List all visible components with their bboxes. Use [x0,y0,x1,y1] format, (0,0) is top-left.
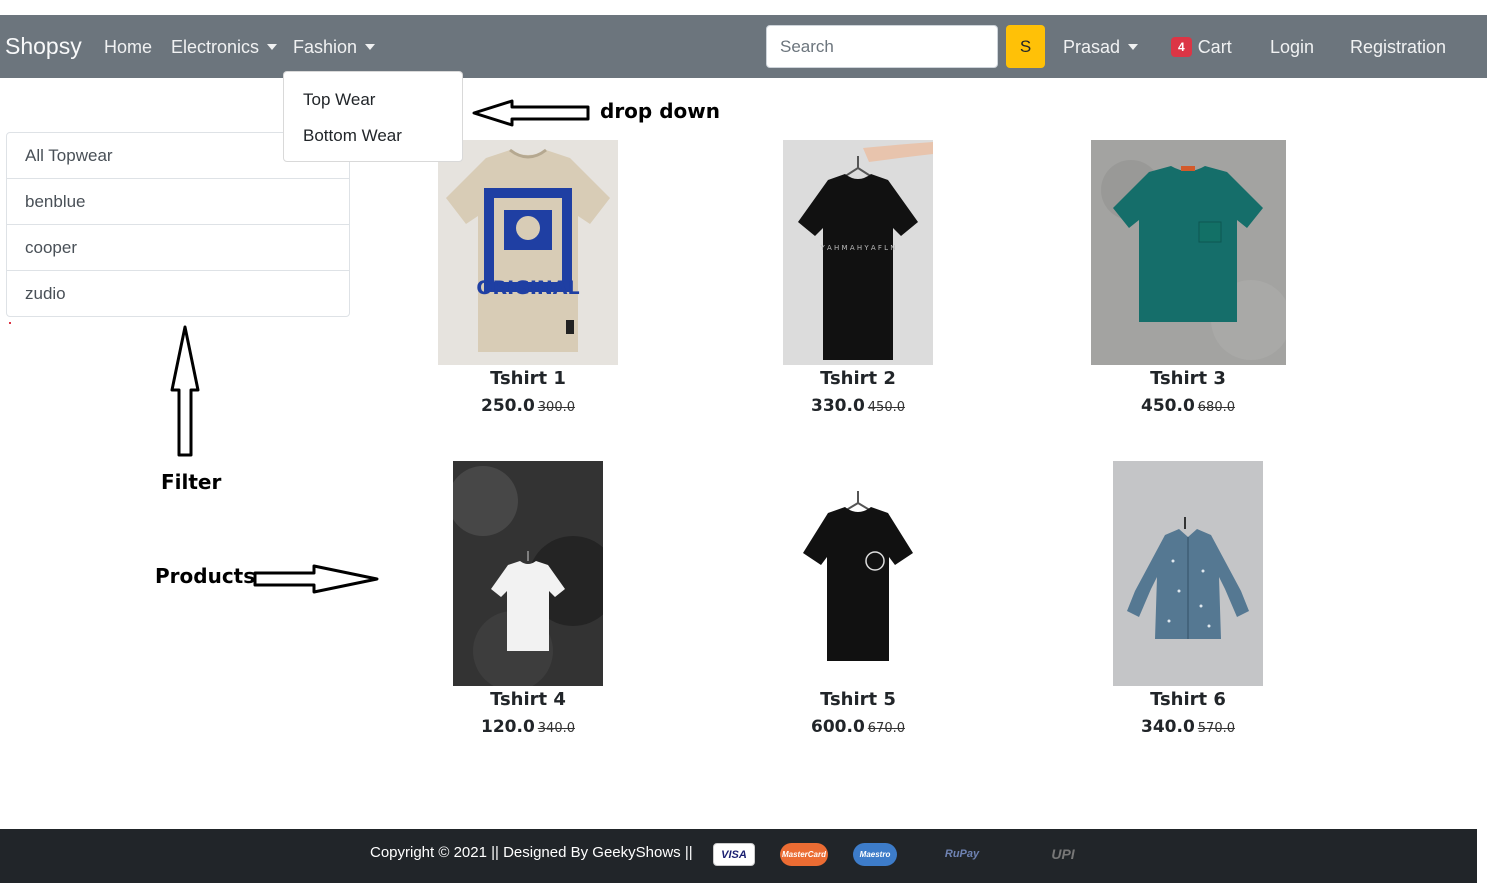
product-price-1: 250.0 300.0 [378,396,678,416]
navbar: Shopsy Home Electronics Fashion Search S… [0,15,1487,78]
product-title-3[interactable]: Tshirt 3 [1038,368,1338,389]
dropdown-item-bottom-wear[interactable]: Bottom Wear [303,126,402,146]
product-title-6[interactable]: Tshirt 6 [1038,689,1338,710]
product-price-6: 340.0 570.0 [1038,717,1338,737]
products-arrow-annotation [253,564,379,594]
nav-cart[interactable]: 4 Cart [1171,37,1232,58]
svg-text:ORIGINAL: ORIGINAL [476,277,579,299]
dropdown-annotation-label: drop down [600,99,720,123]
product-price-old: 670.0 [867,721,905,736]
dropdown-arrow-annotation [472,99,590,127]
product-image-5[interactable] [783,461,933,686]
brand-link[interactable]: Shopsy [5,33,82,60]
filter-arrow-annotation [170,325,200,457]
product-price-2: 330.0 450.0 [708,396,1008,416]
chevron-down-icon [365,44,376,50]
product-image-1[interactable]: ORIGINAL [438,140,618,365]
products-annotation-label: Products [155,564,256,588]
nav-electronics-label: Electronics [171,37,260,57]
search-button[interactable]: S [1006,25,1045,68]
dropdown-item-top-wear[interactable]: Top Wear [303,90,375,110]
filter-annotation-label: Filter [161,470,222,494]
product-title-4[interactable]: Tshirt 4 [378,689,678,710]
mastercard-icon: MasterCard [780,843,828,866]
product-price-3: 450.0 680.0 [1038,396,1338,416]
product-image-3[interactable] [1091,140,1286,365]
svg-text:Y A H M A H Y A F L N: Y A H M A H Y A F L N [820,244,896,252]
nav-user[interactable]: Prasad [1063,37,1139,58]
nav-electronics[interactable]: Electronics [171,37,278,58]
product-image-2[interactable]: Y A H M A H Y A F L N [783,140,933,365]
product-image-6[interactable] [1113,461,1263,686]
nav-fashion[interactable]: Fashion [293,37,376,58]
upi-icon: UPI [1051,846,1075,862]
product-title-1[interactable]: Tshirt 1 [378,368,678,389]
red-dot [9,322,11,324]
nav-registration[interactable]: Registration [1350,37,1446,58]
nav-login[interactable]: Login [1270,37,1314,58]
nav-user-label: Prasad [1063,37,1121,57]
visa-icon: VISA [713,843,755,866]
fashion-dropdown-menu: Top Wear Bottom Wear [283,71,463,162]
product-price-current: 330.0 [811,396,865,416]
footer: Copyright © 2021 || Designed By GeekySho… [0,829,1477,883]
product-price-old: 570.0 [1197,721,1235,736]
nav-home[interactable]: Home [104,37,152,58]
chevron-down-icon [1128,44,1139,50]
product-image-4[interactable] [453,461,603,686]
footer-copyright: Copyright © 2021 || Designed By GeekySho… [370,844,693,861]
product-title-5[interactable]: Tshirt 5 [708,689,1008,710]
cart-count-badge: 4 [1171,37,1192,57]
product-title-2[interactable]: Tshirt 2 [708,368,1008,389]
page: Shopsy Home Electronics Fashion Search S… [0,0,1487,883]
filter-item-cooper[interactable]: cooper [7,225,349,271]
nav-fashion-label: Fashion [293,37,358,57]
maestro-icon: Maestro [853,843,897,866]
search-input[interactable]: Search [766,25,998,68]
filter-item-zudio[interactable]: zudio [7,271,349,317]
product-price-current: 340.0 [1141,717,1195,737]
product-price-current: 600.0 [811,717,865,737]
product-price-5: 600.0 670.0 [708,717,1008,737]
product-price-current: 450.0 [1141,396,1195,416]
product-price-4: 120.0 340.0 [378,717,678,737]
product-price-current: 250.0 [481,396,535,416]
filter-item-benblue[interactable]: benblue [7,179,349,225]
product-price-old: 680.0 [1197,400,1235,415]
product-price-current: 120.0 [481,717,535,737]
nav-cart-label: Cart [1197,37,1232,57]
product-price-old: 340.0 [537,721,575,736]
top-strip [0,0,1487,15]
product-price-old: 300.0 [537,400,575,415]
chevron-down-icon [267,44,278,50]
rupay-icon: RuPay [944,848,980,860]
product-price-old: 450.0 [867,400,905,415]
